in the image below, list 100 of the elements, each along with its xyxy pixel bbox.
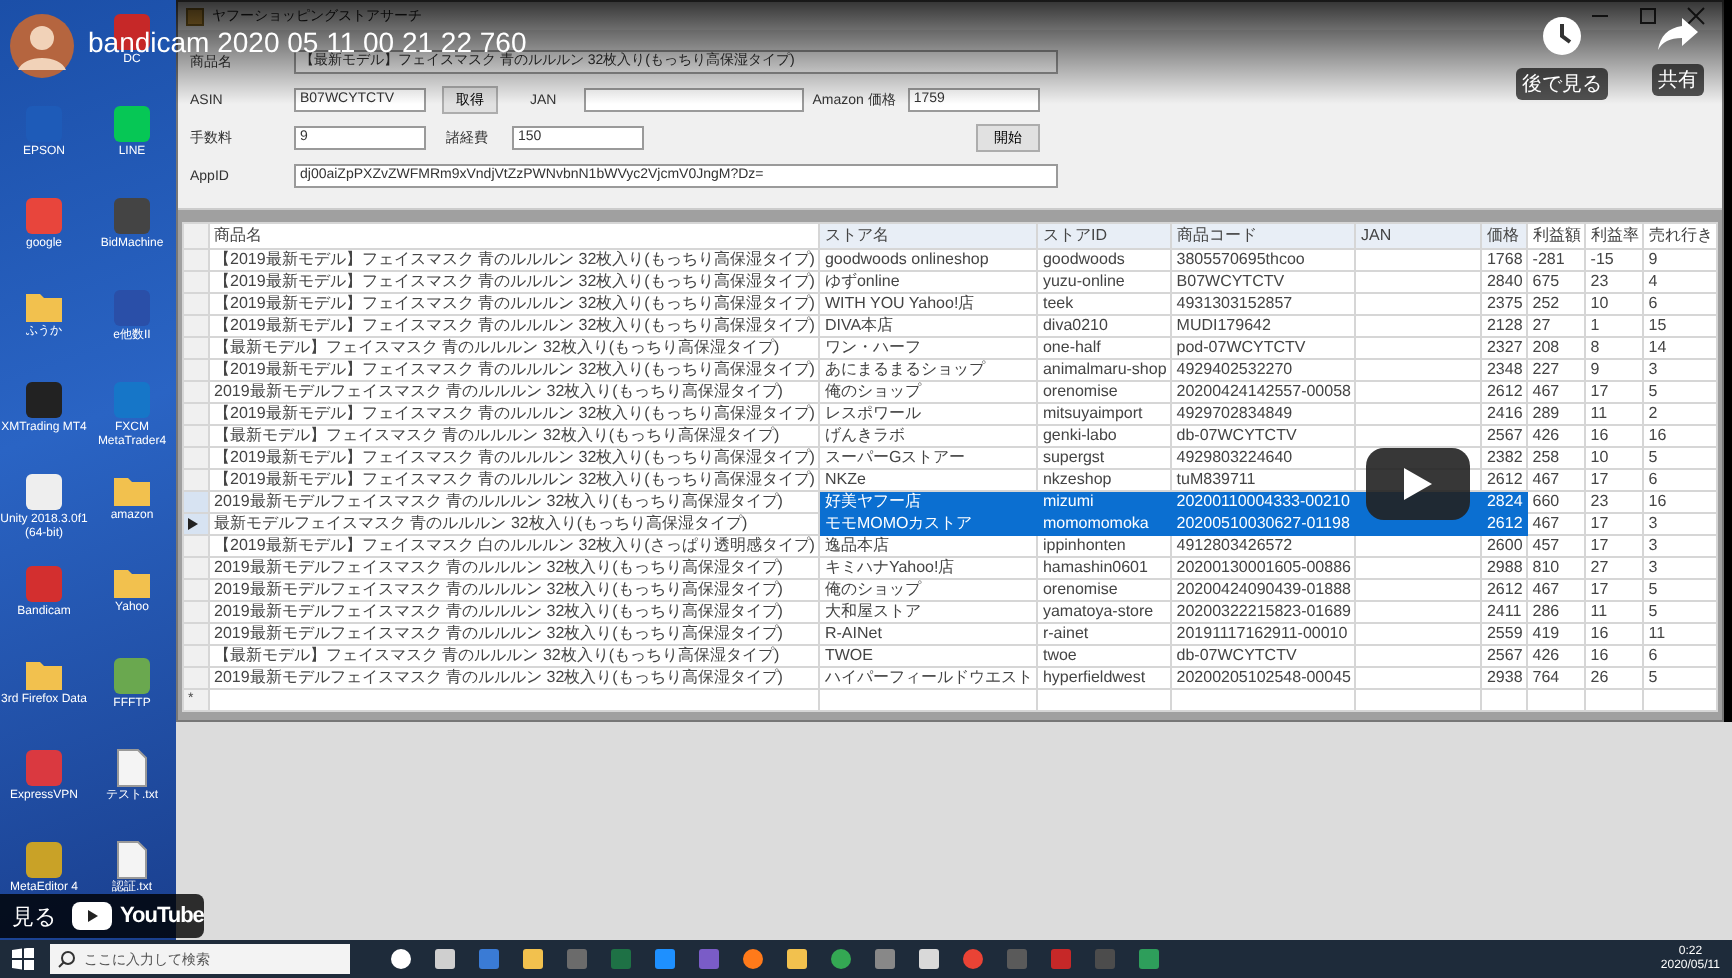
table-cell: 20191117162911-00010 — [1171, 623, 1356, 645]
table-cell: 2382 — [1481, 447, 1528, 469]
column-header[interactable]: 利益額 — [1527, 223, 1586, 249]
table-cell: 3 — [1643, 359, 1718, 381]
column-header[interactable]: 利益率 — [1585, 223, 1644, 249]
table-cell: 5 — [1643, 579, 1718, 601]
table-cell: 17 — [1585, 579, 1644, 601]
row-header[interactable] — [183, 513, 209, 535]
table-cell: 208 — [1527, 337, 1586, 359]
table-cell: 2128 — [1481, 315, 1528, 337]
table-cell: ハイパーフィールドウエスト — [819, 667, 1038, 689]
table-cell: 【2019最新モデル】フェイスマスク 青のルルルン 32枚入り(もっちり高保湿タイプ) — [209, 447, 820, 469]
app-icon[interactable] — [918, 948, 940, 970]
table-cell: 【2019最新モデル】フェイスマスク 青のルルルン 32枚入り(もっちり高保湿タイプ) — [209, 315, 820, 337]
column-header[interactable]: 商品コード — [1171, 223, 1356, 249]
table-cell: 8 — [1585, 337, 1644, 359]
play-button[interactable] — [1366, 448, 1470, 520]
table-cell: 6 — [1643, 469, 1718, 491]
column-header[interactable]: 商品名 — [209, 223, 820, 249]
table-cell: 286 — [1527, 601, 1586, 623]
table-cell: 1768 — [1481, 249, 1528, 271]
clock-icon[interactable] — [1542, 16, 1582, 56]
column-header[interactable]: 価格 — [1481, 223, 1528, 249]
table-cell: 467 — [1527, 469, 1586, 491]
table-cell: twoe — [1037, 645, 1172, 667]
table-cell: 2988 — [1481, 557, 1528, 579]
close-icon — [1686, 6, 1706, 26]
table-cell: db-07WCYTCTV — [1171, 425, 1356, 447]
table-cell: mizumi — [1037, 491, 1172, 513]
table-cell: 16 — [1585, 425, 1644, 447]
table-cell: 467 — [1527, 513, 1586, 535]
table-cell: 6 — [1643, 645, 1718, 667]
table-cell: 457 — [1527, 535, 1586, 557]
table-cell: 227 — [1527, 359, 1586, 381]
table-cell: ワン・ハーフ — [819, 337, 1038, 359]
table-cell: 2612 — [1481, 579, 1528, 601]
table-cell: 20200510030627-01198 — [1171, 513, 1356, 535]
table-cell: 5 — [1643, 601, 1718, 623]
column-header[interactable]: ストアID — [1037, 223, 1172, 249]
table-cell: 2019最新モデルフェイスマスク 青のルルルン 32枚入り(もっちり高保湿タイプ) — [209, 381, 820, 403]
table-cell: 3 — [1643, 535, 1718, 557]
table-cell: 17 — [1585, 469, 1644, 491]
table-cell: 419 — [1527, 623, 1586, 645]
table-cell: 20200130001605-00886 — [1171, 557, 1356, 579]
table-cell: 【2019最新モデル】フェイスマスク 青のルルルン 32枚入り(もっちり高保湿タイプ) — [209, 403, 820, 425]
table-cell: genki-labo — [1037, 425, 1172, 447]
share-icon[interactable] — [1656, 16, 1700, 52]
table-cell: 2019最新モデルフェイスマスク 青のルルルン 32枚入り(もっちり高保湿タイプ) — [209, 623, 820, 645]
windows-icon[interactable] — [12, 948, 34, 970]
table-cell: 2600 — [1481, 535, 1528, 557]
table-cell: -15 — [1585, 249, 1644, 271]
table-cell: 426 — [1527, 425, 1586, 447]
table-cell: 467 — [1527, 381, 1586, 403]
table-cell: goodwoods — [1037, 249, 1172, 271]
table-cell: yuzu-online — [1037, 271, 1172, 293]
table-cell: 俺のショップ — [819, 579, 1038, 601]
table-cell: 2348 — [1481, 359, 1528, 381]
table-cell: animalmaru-shop — [1037, 359, 1172, 381]
input-field[interactable] — [584, 88, 805, 112]
table-cell: db-07WCYTCTV — [1171, 645, 1356, 667]
column-header[interactable]: ストア名 — [819, 223, 1038, 249]
table-cell: 2559 — [1481, 623, 1528, 645]
table-cell: 大和屋ストア — [819, 601, 1038, 623]
current-row-icon — [188, 518, 198, 530]
app-icon[interactable] — [522, 948, 544, 970]
table-cell: 【2019最新モデル】フェイスマスク 青のルルルン 32枚入り(もっちり高保湿タイプ) — [209, 249, 820, 271]
table-cell: 17 — [1585, 381, 1644, 403]
table-cell: 2416 — [1481, 403, 1528, 425]
table-cell: 2612 — [1481, 381, 1528, 403]
app-icon[interactable] — [786, 948, 808, 970]
table-cell: orenomise — [1037, 381, 1172, 403]
watch-on-youtube-button[interactable]: 見る YouTube — [0, 894, 204, 938]
table-cell: 【最新モデル】フェイスマスク 青のルルルン 32枚入り(もっちり高保湿タイプ) — [209, 425, 820, 447]
app-icon — [186, 7, 204, 25]
table-cell: レスポワール — [819, 403, 1038, 425]
table-cell: 4 — [1643, 271, 1718, 293]
action-label[interactable]: 後で見る — [1516, 68, 1608, 100]
table-cell: 最新モデルフェイスマスク 青のルルルン 32枚入り(もっちり高保湿タイプ) — [209, 513, 820, 535]
action-label[interactable]: 共有 — [1652, 64, 1704, 96]
table-cell: 5 — [1643, 667, 1718, 689]
column-header[interactable]: JAN — [1355, 223, 1482, 249]
column-header[interactable]: 売れ行き — [1643, 223, 1718, 249]
table-cell: 2411 — [1481, 601, 1528, 623]
table-cell: 764 — [1527, 667, 1586, 689]
table-cell: 16 — [1643, 491, 1718, 513]
table-cell: 【最新モデル】フェイスマスク 青のルルルン 32枚入り(もっちり高保湿タイプ) — [209, 645, 820, 667]
table-cell: 2019最新モデルフェイスマスク 青のルルルン 32枚入り(もっちり高保湿タイプ) — [209, 579, 820, 601]
table-cell: 4912803426572 — [1171, 535, 1356, 557]
app-icon[interactable] — [390, 948, 412, 970]
table-cell: 17 — [1585, 513, 1644, 535]
app-icon[interactable] — [434, 948, 456, 970]
table-cell: -281 — [1527, 249, 1586, 271]
table-cell: 4929702834849 — [1171, 403, 1356, 425]
table-cell: 2327 — [1481, 337, 1528, 359]
table-cell: 2840 — [1481, 271, 1528, 293]
table-cell: orenomise — [1037, 579, 1172, 601]
table-cell: 20200205102548-00045 — [1171, 667, 1356, 689]
table-cell: 16 — [1585, 623, 1644, 645]
table-cell: 26 — [1585, 667, 1644, 689]
table-cell: 2 — [1643, 403, 1718, 425]
